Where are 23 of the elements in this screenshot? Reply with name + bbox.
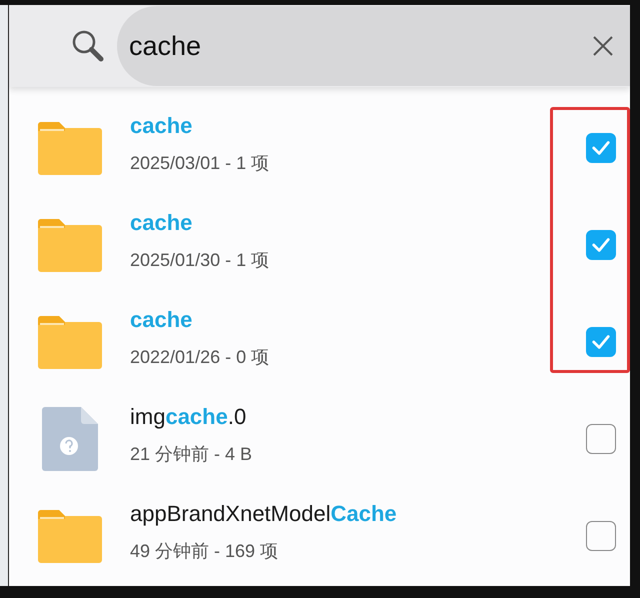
file-name: cache: [130, 210, 194, 236]
folder-icon: [38, 508, 102, 562]
folder-icon: [38, 314, 102, 368]
close-icon[interactable]: [592, 35, 614, 57]
file-details: 49 分钟前 - 169 项: [130, 540, 280, 562]
file-name: appBrandXnetModelCache: [130, 500, 398, 526]
file-name: cache: [130, 112, 194, 138]
search-icon: [71, 29, 105, 63]
folder-icon: [38, 218, 102, 272]
unknown-file-icon: [42, 406, 98, 470]
search-field[interactable]: cache: [117, 6, 630, 86]
file-details: 2022/01/26 - 0 项: [130, 346, 270, 368]
checkbox[interactable]: [586, 230, 616, 260]
checkbox[interactable]: [586, 424, 616, 454]
file-name: cache: [130, 306, 194, 332]
folder-icon: [38, 120, 102, 174]
file-details: 21 分钟前 - 4 B: [130, 442, 254, 466]
file-details: 2025/03/01 - 1 项: [130, 152, 270, 174]
file-name: imgcache.0: [130, 404, 248, 430]
file-details: 2025/01/30 - 1 项: [130, 248, 270, 272]
checkbox[interactable]: [586, 132, 616, 162]
checkbox[interactable]: [586, 326, 616, 356]
checkbox[interactable]: [586, 520, 616, 550]
